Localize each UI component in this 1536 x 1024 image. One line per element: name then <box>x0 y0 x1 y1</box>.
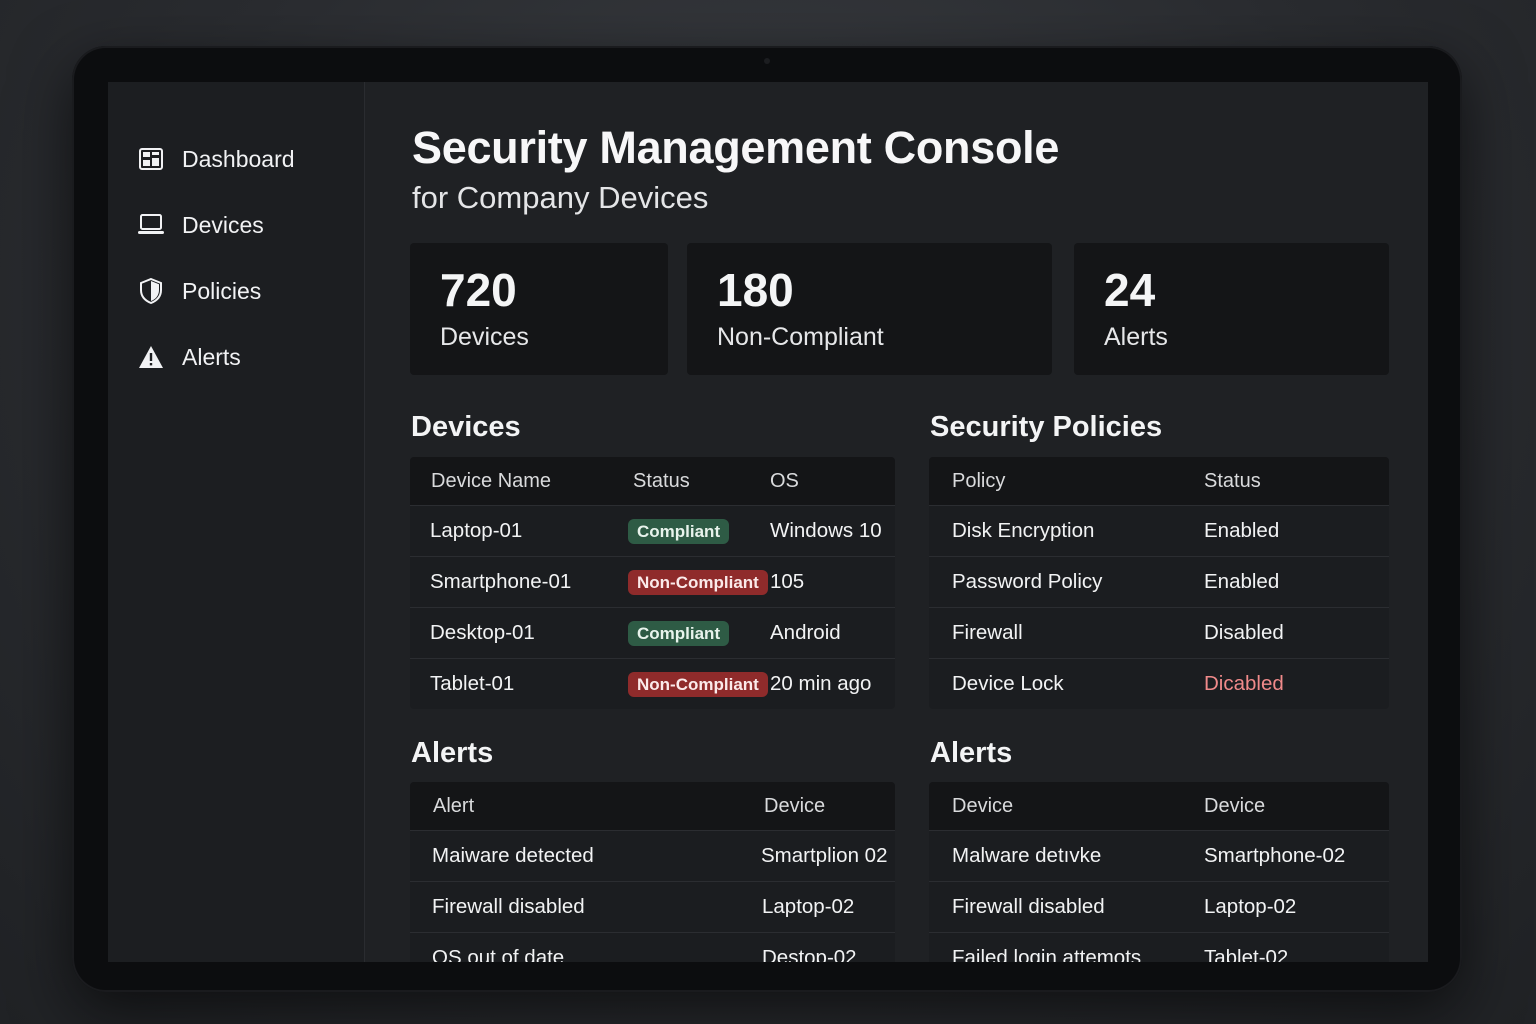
monitor-frame: Dashboard Devices Policies Alerts Securi… <box>72 46 1462 992</box>
alert-device: Smartphone-02 <box>1204 844 1346 867</box>
stat-value: 720 <box>440 264 517 316</box>
policy-name: Device Lock <box>952 672 1064 695</box>
column-header-status[interactable]: Status <box>633 470 690 493</box>
table-header: Policy Status <box>929 457 1389 505</box>
sidebar-item-label: Devices <box>182 211 264 238</box>
stat-card-non-compliant[interactable]: 180 Non-Compliant <box>687 243 1052 375</box>
page-title: Security Management Console <box>412 122 1060 173</box>
stat-label: Non-Compliant <box>717 323 884 351</box>
table-row[interactable]: Password Policy Enabled <box>929 556 1389 607</box>
table-row[interactable]: Disk Encryption Enabled <box>929 505 1389 556</box>
column-header-device[interactable]: Device <box>1204 795 1265 818</box>
shield-icon <box>138 278 164 304</box>
alert-device: Tablet-02 <box>1204 946 1289 962</box>
policies-section-title: Security Policies <box>930 411 1163 443</box>
alert-name: Firewall disabled <box>432 895 585 918</box>
device-os: Android <box>770 621 841 644</box>
sidebar-item-dashboard[interactable]: Dashboard <box>108 126 364 192</box>
column-header-status[interactable]: Status <box>1204 470 1261 493</box>
table-row[interactable]: Device Lock Dicabled <box>929 658 1389 709</box>
device-os: Windows 10 <box>770 519 882 542</box>
alerts-section-title: Alerts <box>930 737 1013 769</box>
sidebar-item-alerts[interactable]: Alerts <box>108 324 364 390</box>
camera-icon <box>764 58 770 64</box>
stat-label: Alerts <box>1104 323 1168 351</box>
alert-device: Smartplion 02 <box>761 844 888 867</box>
table-row[interactable]: Desktop-01 Compliant Android <box>410 607 895 658</box>
device-name: Desktop-01 <box>430 621 535 644</box>
sidebar: Dashboard Devices Policies Alerts <box>108 82 365 962</box>
warning-icon <box>138 344 164 370</box>
sidebar-item-label: Dashboard <box>182 145 295 172</box>
stat-card-devices[interactable]: 720 Devices <box>410 243 668 375</box>
policy-name: Firewall <box>952 621 1023 644</box>
devices-table: Device Name Status OS Laptop-01 Complian… <box>410 457 895 709</box>
status-badge: Compliant <box>628 620 730 646</box>
policy-status: Enabled <box>1204 570 1280 593</box>
device-os: 105 <box>770 570 805 593</box>
alert-name: OS out of date <box>432 946 565 962</box>
alerts-table-secondary: Device Device Malware detıvke Smartphone… <box>929 782 1389 962</box>
alert-name: Maiware detected <box>432 844 594 867</box>
device-name: Smartphone-01 <box>430 570 572 593</box>
column-header-alert[interactable]: Alert <box>433 795 474 818</box>
sidebar-item-devices[interactable]: Devices <box>108 192 364 258</box>
table-row[interactable]: Firewall disabled Laptop-02 <box>929 881 1389 932</box>
page-subtitle: for Company Devices <box>412 180 709 215</box>
devices-section-title: Devices <box>411 411 521 443</box>
table-row[interactable]: Laptop-01 Compliant Windows 10 <box>410 505 895 556</box>
sidebar-item-label: Policies <box>182 277 262 304</box>
dashboard-icon <box>138 146 164 172</box>
table-row[interactable]: OS out of date Destop-02 <box>410 932 895 962</box>
column-header-device[interactable]: Device <box>764 795 825 818</box>
alert-device: Laptop-02 <box>1204 895 1297 918</box>
table-row[interactable]: Firewall disabled Laptop-02 <box>410 881 895 932</box>
column-header-os[interactable]: OS <box>770 470 799 493</box>
stat-value: 180 <box>717 264 794 316</box>
alerts-table: Alert Device Maiware detected Smartplion… <box>410 782 895 962</box>
table-row[interactable]: Firewall Disabled <box>929 607 1389 658</box>
sidebar-item-policies[interactable]: Policies <box>108 258 364 324</box>
main-content: Security Management Console for Company … <box>365 82 1428 962</box>
alert-name: Failed login attemots <box>952 946 1142 962</box>
policy-name: Password Policy <box>952 570 1103 593</box>
status-badge: Non-Compliant <box>628 569 768 595</box>
alerts-section-title: Alerts <box>411 737 494 769</box>
policies-table: Policy Status Disk Encryption Enabled Pa… <box>929 457 1389 709</box>
device-name: Tablet-01 <box>430 672 515 695</box>
policy-status: Enabled <box>1204 519 1280 542</box>
column-header-device-name[interactable]: Device Name <box>431 470 551 493</box>
stat-card-alerts[interactable]: 24 Alerts <box>1074 243 1389 375</box>
sidebar-item-label: Alerts <box>182 343 241 370</box>
device-os: 20 min ago <box>770 672 872 695</box>
table-header: Device Name Status OS <box>410 457 895 505</box>
stat-label: Devices <box>440 323 529 351</box>
status-badge: Compliant <box>628 518 730 544</box>
table-header: Alert Device <box>410 782 895 830</box>
policy-name: Disk Encryption <box>952 519 1095 542</box>
stat-value: 24 <box>1104 264 1156 316</box>
alert-device: Destop-02 <box>762 946 857 962</box>
table-row[interactable]: Tablet-01 Non-Compliant 20 min ago <box>410 658 895 709</box>
policy-status: Disabled <box>1204 621 1284 644</box>
table-row[interactable]: Maiware detected Smartplion 02 <box>410 830 895 881</box>
device-name: Laptop-01 <box>430 519 523 542</box>
laptop-icon <box>138 212 164 238</box>
table-row[interactable]: Failed login attemots Tablet-02 <box>929 932 1389 962</box>
column-header-device[interactable]: Device <box>952 795 1013 818</box>
table-row[interactable]: Smartphone-01 Non-Compliant 105 <box>410 556 895 607</box>
policy-status: Dicabled <box>1204 672 1284 695</box>
table-row[interactable]: Malware detıvke Smartphone-02 <box>929 830 1389 881</box>
alert-name: Malware detıvke <box>952 844 1102 867</box>
alert-name: Firewall disabled <box>952 895 1105 918</box>
column-header-policy[interactable]: Policy <box>952 470 1005 493</box>
screen: Dashboard Devices Policies Alerts Securi… <box>108 82 1428 962</box>
status-badge: Non-Compliant <box>628 671 768 697</box>
table-header: Device Device <box>929 782 1389 830</box>
alert-device: Laptop-02 <box>762 895 855 918</box>
